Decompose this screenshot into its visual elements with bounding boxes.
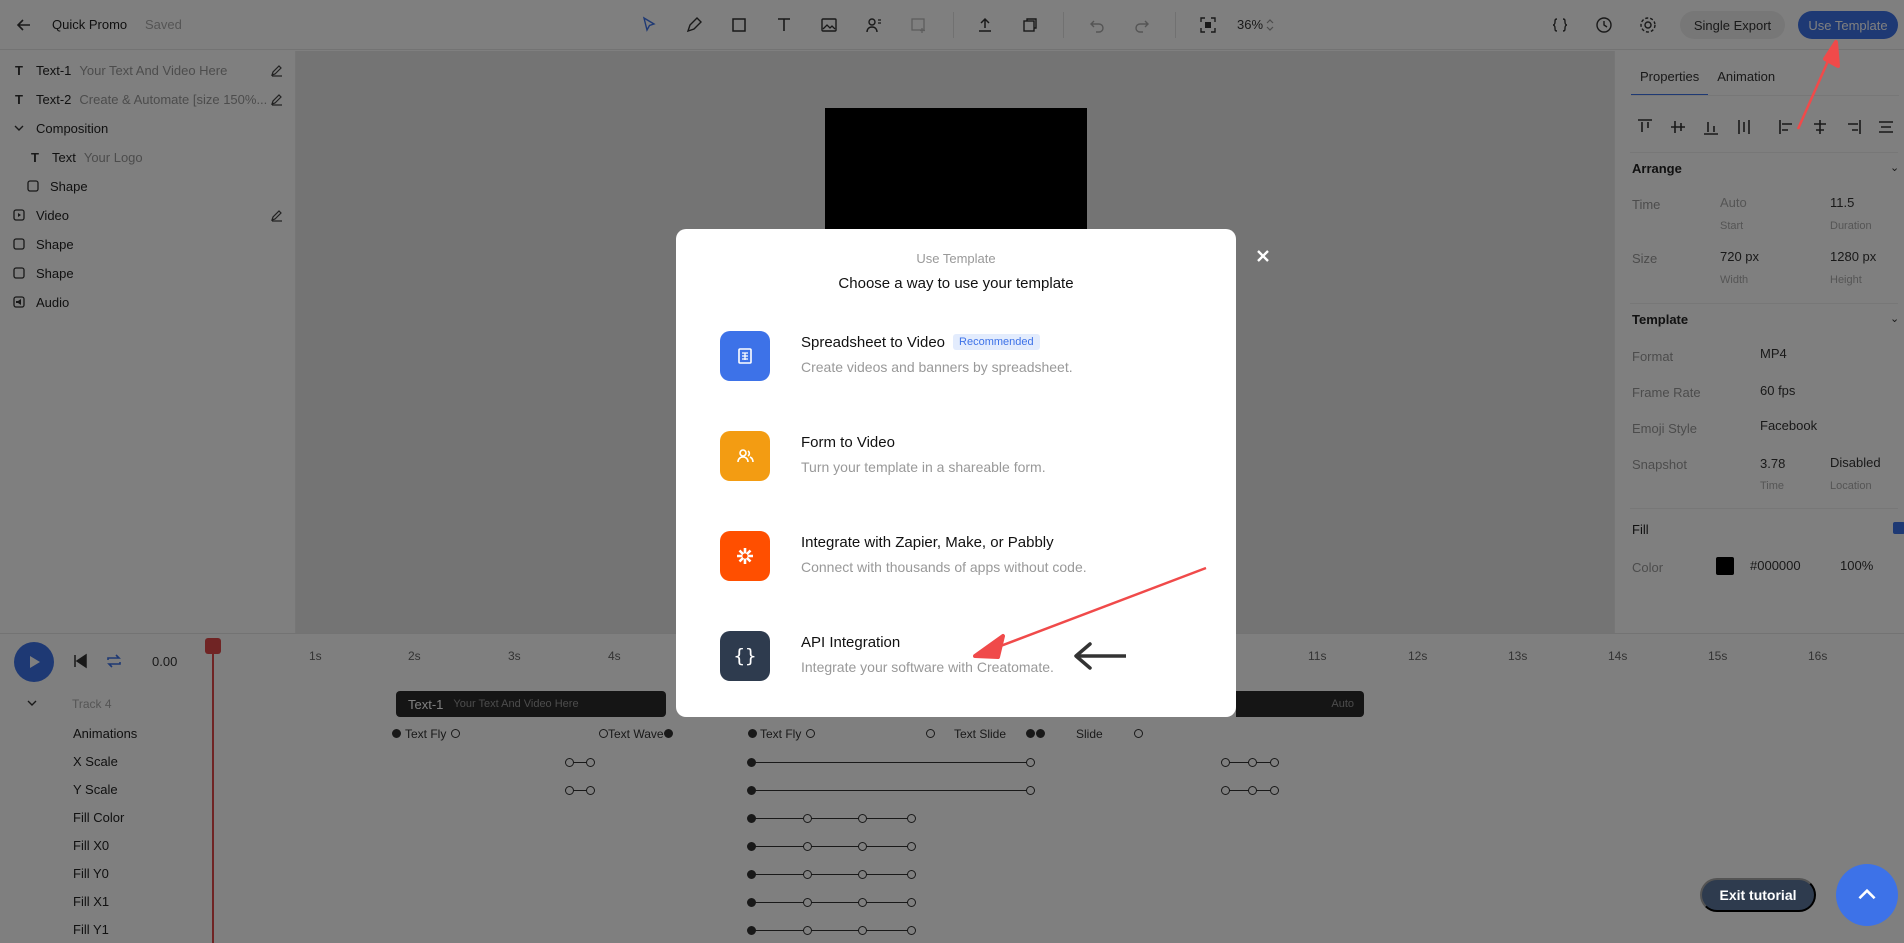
option-description: Integrate your software with Creatomate. [801, 659, 1054, 675]
option-form-to-video[interactable]: Form to Video Turn your template in a sh… [720, 431, 1200, 491]
option-title: API Integration [801, 634, 901, 651]
option-zapier-integration[interactable]: Integrate with Zapier, Make, or Pabbly C… [720, 531, 1200, 591]
zapier-icon [720, 531, 770, 581]
option-description: Connect with thousands of apps without c… [801, 559, 1087, 575]
chevron-up-icon [1858, 888, 1876, 900]
option-title: Spreadsheet to Video [801, 334, 946, 351]
dialog-title: Choose a way to use your template [838, 275, 1074, 292]
spreadsheet-icon [720, 331, 770, 381]
option-title: Integrate with Zapier, Make, or Pabbly [801, 534, 1054, 551]
users-icon [720, 431, 770, 481]
recommended-badge: Recommended [953, 334, 1040, 350]
exit-tutorial-button[interactable]: Exit tutorial [1700, 878, 1816, 912]
code-braces-icon: {} [720, 631, 770, 681]
dialog-kicker: Use Template [916, 251, 996, 266]
scroll-up-button[interactable] [1836, 864, 1898, 926]
editor-page: Quick Promo Saved 36% Single Export Use … [0, 0, 1904, 943]
close-icon[interactable] [1252, 245, 1274, 267]
option-spreadsheet-to-video[interactable]: Spreadsheet to Video Recommended Create v… [720, 331, 1200, 391]
option-title: Form to Video [801, 434, 895, 451]
option-description: Create videos and banners by spreadsheet… [801, 359, 1073, 375]
option-description: Turn your template in a shareable form. [801, 459, 1046, 475]
option-api-integration[interactable]: {} API Integration Integrate your softwa… [720, 631, 1200, 691]
use-template-dialog: Use Template Choose a way to use your te… [676, 229, 1236, 717]
